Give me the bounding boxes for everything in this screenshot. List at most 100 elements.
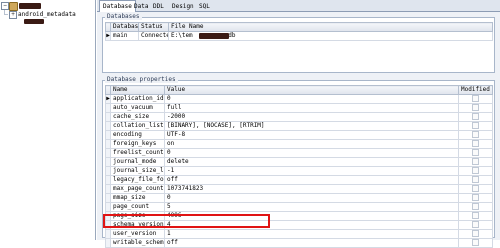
property-name-cell[interactable]: mmap_size <box>110 193 165 203</box>
property-value-cell[interactable]: on <box>164 139 459 149</box>
property-value-cell[interactable]: 1 <box>164 229 459 239</box>
property-value-cell[interactable]: 5 <box>164 202 459 212</box>
modified-cell[interactable] <box>458 94 493 104</box>
database-tree[interactable]: − + android_metadata <box>0 0 96 240</box>
modified-cell[interactable] <box>458 184 493 194</box>
modified-checkbox[interactable] <box>472 158 479 165</box>
modified-cell[interactable] <box>458 202 493 212</box>
table-row[interactable]: freelist_count 0 <box>105 148 493 158</box>
modified-checkbox[interactable] <box>472 167 479 174</box>
property-name-cell[interactable]: encoding <box>110 130 165 140</box>
modified-cell[interactable] <box>458 166 493 176</box>
modified-checkbox[interactable] <box>472 113 479 120</box>
modified-checkbox[interactable] <box>472 221 479 228</box>
table-row[interactable]: ▶ application_id 0 <box>105 94 493 104</box>
tree-item-android-metadata[interactable]: android_metadata <box>18 10 76 19</box>
modified-checkbox[interactable] <box>472 194 479 201</box>
modified-cell[interactable] <box>458 148 493 158</box>
property-name-cell[interactable]: user_version <box>110 229 165 239</box>
modified-cell[interactable] <box>458 193 493 203</box>
property-value-cell[interactable]: 4096 <box>164 211 459 221</box>
table-row[interactable]: schema_version 4 <box>105 220 493 230</box>
property-value-cell[interactable]: -1 <box>164 166 459 176</box>
property-name-cell[interactable]: cache_size <box>110 112 165 122</box>
modified-cell[interactable] <box>458 211 493 221</box>
table-row[interactable]: foreign_keys on <box>105 139 493 149</box>
table-row[interactable]: journal_size_limit-1 <box>105 166 493 176</box>
column-header-file-name[interactable]: File Name <box>168 22 493 32</box>
property-name-cell[interactable]: journal_mode <box>110 157 165 167</box>
property-name-cell[interactable]: max_page_count <box>110 184 165 194</box>
modified-cell[interactable] <box>458 139 493 149</box>
modified-cell[interactable] <box>458 121 493 131</box>
property-name-cell[interactable]: schema_version <box>110 220 165 230</box>
column-header-database[interactable]: Database <box>110 22 139 32</box>
modified-cell[interactable] <box>458 175 493 185</box>
table-row[interactable]: mmap_size 0 <box>105 193 493 203</box>
modified-checkbox[interactable] <box>472 122 479 129</box>
property-name-cell[interactable]: auto_vacuum <box>110 103 165 113</box>
property-name-cell[interactable]: page_count <box>110 202 165 212</box>
column-header-modified[interactable]: Modified <box>458 85 493 95</box>
redacted-tree-item <box>24 19 44 24</box>
property-value-cell[interactable]: full <box>164 103 459 113</box>
table-row[interactable]: legacy_file_formatoff <box>105 175 493 185</box>
property-name-cell[interactable]: collation_list <box>110 121 165 131</box>
column-header-name[interactable]: Name <box>110 85 165 95</box>
property-value-cell[interactable]: 0 <box>164 193 459 203</box>
modified-checkbox[interactable] <box>472 239 479 246</box>
table-row[interactable]: user_version 1 <box>105 229 493 239</box>
property-value-cell[interactable]: 0 <box>164 94 459 104</box>
modified-checkbox[interactable] <box>472 131 479 138</box>
modified-checkbox[interactable] <box>472 203 479 210</box>
table-row[interactable]: journal_mode delete <box>105 157 493 167</box>
property-value-cell[interactable]: 1073741823 <box>164 184 459 194</box>
property-value-cell[interactable]: -2000 <box>164 112 459 122</box>
modified-cell[interactable] <box>458 220 493 230</box>
expand-icon[interactable]: + <box>9 11 17 19</box>
property-name-cell[interactable]: freelist_count <box>110 148 165 158</box>
modified-cell[interactable] <box>458 229 493 239</box>
property-name-cell[interactable]: foreign_keys <box>110 139 165 149</box>
tab-sql[interactable]: SQL <box>196 1 213 12</box>
table-row[interactable]: encoding UTF-8 <box>105 130 493 140</box>
modified-checkbox[interactable] <box>472 149 479 156</box>
file-name-cell[interactable]: E:\tem .db <box>168 31 493 41</box>
column-header-status[interactable]: Status <box>138 22 169 32</box>
modified-cell[interactable] <box>458 112 493 122</box>
property-value-cell[interactable]: 0 <box>164 148 459 158</box>
table-row[interactable]: ▶ main Connected E:\tem.db <box>105 31 493 41</box>
modified-cell[interactable] <box>458 157 493 167</box>
tab-design[interactable]: Design <box>169 1 197 12</box>
table-row[interactable]: page_count 5 <box>105 202 493 212</box>
modified-cell[interactable] <box>458 130 493 140</box>
table-row[interactable]: auto_vacuum full <box>105 103 493 113</box>
modified-checkbox[interactable] <box>472 185 479 192</box>
collapse-icon[interactable]: − <box>1 2 9 10</box>
tab-data[interactable]: Data <box>131 1 151 12</box>
modified-checkbox[interactable] <box>472 212 479 219</box>
database-cell[interactable]: main <box>110 31 139 41</box>
property-value-cell[interactable]: [BINARY], [NOCASE], [RTRIM] <box>164 121 459 131</box>
property-name-cell[interactable]: page_size <box>110 211 165 221</box>
property-value-cell[interactable]: UTF-8 <box>164 130 459 140</box>
modified-checkbox[interactable] <box>472 230 479 237</box>
property-value-cell[interactable]: 4 <box>164 220 459 230</box>
property-value-cell[interactable]: delete <box>164 157 459 167</box>
table-row[interactable]: collation_list [BINARY], [NOCASE], [RTRIM… <box>105 121 493 131</box>
property-value-cell[interactable]: off <box>164 175 459 185</box>
column-header-value[interactable]: Value <box>164 85 459 95</box>
property-name-cell[interactable]: application_id <box>110 94 165 104</box>
table-row[interactable]: max_page_count 1073741823 <box>105 184 493 194</box>
modified-cell[interactable] <box>458 103 493 113</box>
modified-checkbox[interactable] <box>472 95 479 102</box>
property-name-cell[interactable]: legacy_file_format <box>110 175 165 185</box>
modified-checkbox[interactable] <box>472 176 479 183</box>
status-cell[interactable]: Connected <box>138 31 169 41</box>
tab-ddl[interactable]: DDL <box>150 1 167 12</box>
modified-checkbox[interactable] <box>472 104 479 111</box>
property-name-cell[interactable]: journal_size_limit <box>110 166 165 176</box>
table-row[interactable]: cache_size -2000 <box>105 112 493 122</box>
table-row[interactable]: page_size 4096 <box>105 211 493 221</box>
modified-checkbox[interactable] <box>472 140 479 147</box>
